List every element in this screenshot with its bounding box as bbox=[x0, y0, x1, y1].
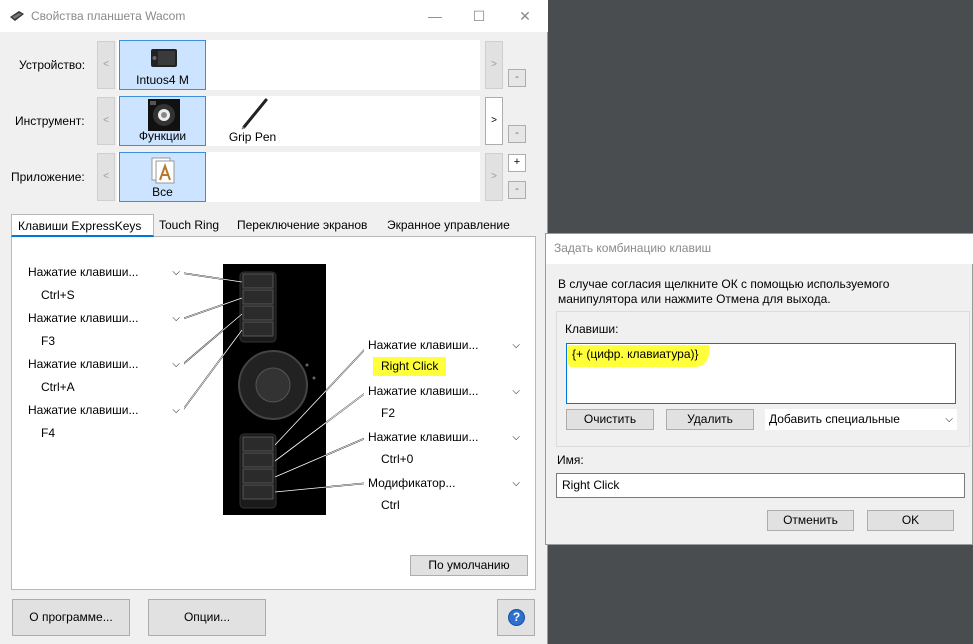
device-tile-label: Intuos4 M bbox=[136, 73, 189, 87]
expresskey-left-1-value: Ctrl+S bbox=[41, 288, 75, 302]
expresskey-left-3-combo[interactable]: Нажатие клавиши... ⌵ bbox=[24, 354, 184, 375]
combo-text: Нажатие клавиши... bbox=[28, 403, 139, 417]
help-button[interactable]: ? bbox=[497, 599, 535, 636]
about-button[interactable]: О программе... bbox=[12, 599, 130, 636]
keys-label: Клавиши: bbox=[565, 322, 619, 336]
expresskey-left-1-combo[interactable]: Нажатие клавиши... ⌵ bbox=[24, 262, 184, 283]
dialog-instructions: В случае согласия щелкните ОК с помощью … bbox=[558, 277, 890, 306]
dialog-titlebar: Задать комбинацию клавиш bbox=[546, 234, 973, 264]
minimize-button[interactable]: — bbox=[412, 0, 458, 32]
wacom-app-icon bbox=[9, 10, 25, 25]
tab-bar: Клавиши ExpressKeys Touch Ring Переключе… bbox=[11, 214, 536, 237]
device-label: Устройство: bbox=[19, 58, 86, 72]
expresskey-right-2-value: F2 bbox=[381, 406, 396, 420]
titlebar: Свойства планшета Wacom — ☐ ✕ bbox=[0, 0, 548, 32]
application-add-button[interactable]: + bbox=[508, 154, 526, 172]
tool-tile-grip-pen[interactable]: Grip Pen bbox=[209, 96, 296, 146]
tool-tile-functions-label: Функции bbox=[138, 129, 187, 143]
combo-text: Нажатие клавиши... bbox=[368, 384, 479, 398]
add-special-select[interactable]: Добавить специальные ⌵ bbox=[765, 409, 957, 430]
tool-tile-functions[interactable]: Функции bbox=[119, 96, 206, 146]
expresskey-left-4-combo[interactable]: Нажатие клавиши... ⌵ bbox=[24, 400, 184, 421]
chevron-down-icon: ⌵ bbox=[512, 478, 520, 489]
help-icon: ? bbox=[508, 609, 525, 626]
default-button[interactable]: По умолчанию bbox=[410, 555, 528, 576]
dialog-title: Задать комбинацию клавиш bbox=[554, 241, 712, 255]
ok-button[interactable]: OK bbox=[867, 510, 954, 531]
tool-prev-button[interactable]: < bbox=[97, 97, 115, 145]
combo-text: Модификатор... bbox=[368, 476, 456, 490]
tab-touch-ring[interactable]: Touch Ring bbox=[153, 214, 225, 237]
connector-lines bbox=[180, 260, 370, 503]
name-label: Имя: bbox=[557, 453, 584, 467]
expresskey-right-1-value: Right Click bbox=[373, 357, 447, 376]
expresskey-left-3-value: Ctrl+A bbox=[41, 380, 75, 394]
clear-button[interactable]: Очистить bbox=[566, 409, 654, 430]
combo-text: Нажатие клавиши... bbox=[28, 265, 139, 279]
device-prev-button[interactable]: < bbox=[97, 41, 115, 89]
application-prev-button[interactable]: < bbox=[97, 153, 115, 201]
expresskey-left-4-value: F4 bbox=[41, 426, 56, 440]
tool-remove-button[interactable]: - bbox=[508, 125, 526, 143]
chevron-down-icon: ⌵ bbox=[512, 340, 520, 351]
close-button[interactable]: ✕ bbox=[502, 0, 548, 32]
chevron-down-icon: ⌵ bbox=[172, 267, 180, 278]
application-tile-all[interactable]: Все bbox=[119, 152, 206, 202]
expresskey-right-4-combo[interactable]: Модификатор... ⌵ bbox=[364, 473, 524, 494]
window-title: Свойства планшета Wacom bbox=[31, 9, 186, 23]
application-next-button[interactable]: > bbox=[485, 153, 503, 201]
device-tile-intuos4[interactable]: Intuos4 M bbox=[119, 40, 206, 90]
keys-input[interactable]: {+ (цифр. клавиатура)} bbox=[566, 343, 956, 404]
combo-text: Нажатие клавиши... bbox=[368, 430, 479, 444]
combo-text: Нажатие клавиши... bbox=[28, 357, 139, 371]
expresskey-left-2-value: F3 bbox=[41, 334, 56, 348]
chevron-down-icon: ⌵ bbox=[512, 432, 520, 443]
wacom-properties-window: Свойства планшета Wacom — ☐ ✕ Устройство… bbox=[0, 0, 548, 644]
chevron-down-icon: ⌵ bbox=[172, 359, 180, 370]
tool-label: Инструмент: bbox=[15, 114, 85, 128]
expresskey-right-2-combo[interactable]: Нажатие клавиши... ⌵ bbox=[364, 381, 524, 402]
combo-text: Добавить специальные bbox=[769, 412, 900, 426]
application-tile-all-label: Все bbox=[152, 185, 173, 199]
tool-tile-grip-pen-label: Grip Pen bbox=[228, 130, 277, 144]
chevron-down-icon: ⌵ bbox=[512, 386, 520, 397]
expresskey-right-4-value: Ctrl bbox=[381, 498, 400, 512]
application-label: Приложение: bbox=[11, 170, 85, 184]
device-next-button[interactable]: > bbox=[485, 41, 503, 89]
name-input[interactable]: Right Click bbox=[556, 473, 965, 498]
combo-text: Нажатие клавиши... bbox=[28, 311, 139, 325]
tab-expresskeys[interactable]: Клавиши ExpressKeys bbox=[11, 214, 154, 237]
set-keystroke-dialog: Задать комбинацию клавиш В случае соглас… bbox=[545, 233, 973, 545]
maximize-button[interactable]: ☐ bbox=[456, 0, 502, 32]
expresskey-right-1-combo[interactable]: Нажатие клавиши... ⌵ bbox=[364, 335, 524, 356]
chevron-down-icon: ⌵ bbox=[172, 405, 180, 416]
tab-screen-switching[interactable]: Переключение экранов bbox=[231, 214, 373, 237]
expresskey-left-2-combo[interactable]: Нажатие клавиши... ⌵ bbox=[24, 308, 184, 329]
device-remove-button[interactable]: - bbox=[508, 69, 526, 87]
application-remove-button[interactable]: - bbox=[508, 181, 526, 199]
cancel-button[interactable]: Отменить bbox=[767, 510, 854, 531]
tab-onscreen-control[interactable]: Экранное управление bbox=[381, 214, 516, 237]
pen-icon bbox=[239, 98, 269, 133]
keys-value: {+ (цифр. клавиатура)} bbox=[568, 345, 709, 367]
expresskey-right-3-value: Ctrl+0 bbox=[381, 452, 414, 466]
chevron-down-icon: ⌵ bbox=[172, 313, 180, 324]
tablet-icon bbox=[150, 47, 178, 72]
chevron-down-icon: ⌵ bbox=[945, 414, 953, 425]
delete-button[interactable]: Удалить bbox=[666, 409, 754, 430]
options-button[interactable]: Опции... bbox=[148, 599, 266, 636]
tool-next-button[interactable]: > bbox=[485, 97, 503, 145]
expresskey-right-3-combo[interactable]: Нажатие клавиши... ⌵ bbox=[364, 427, 524, 448]
combo-text: Нажатие клавиши... bbox=[368, 338, 479, 352]
